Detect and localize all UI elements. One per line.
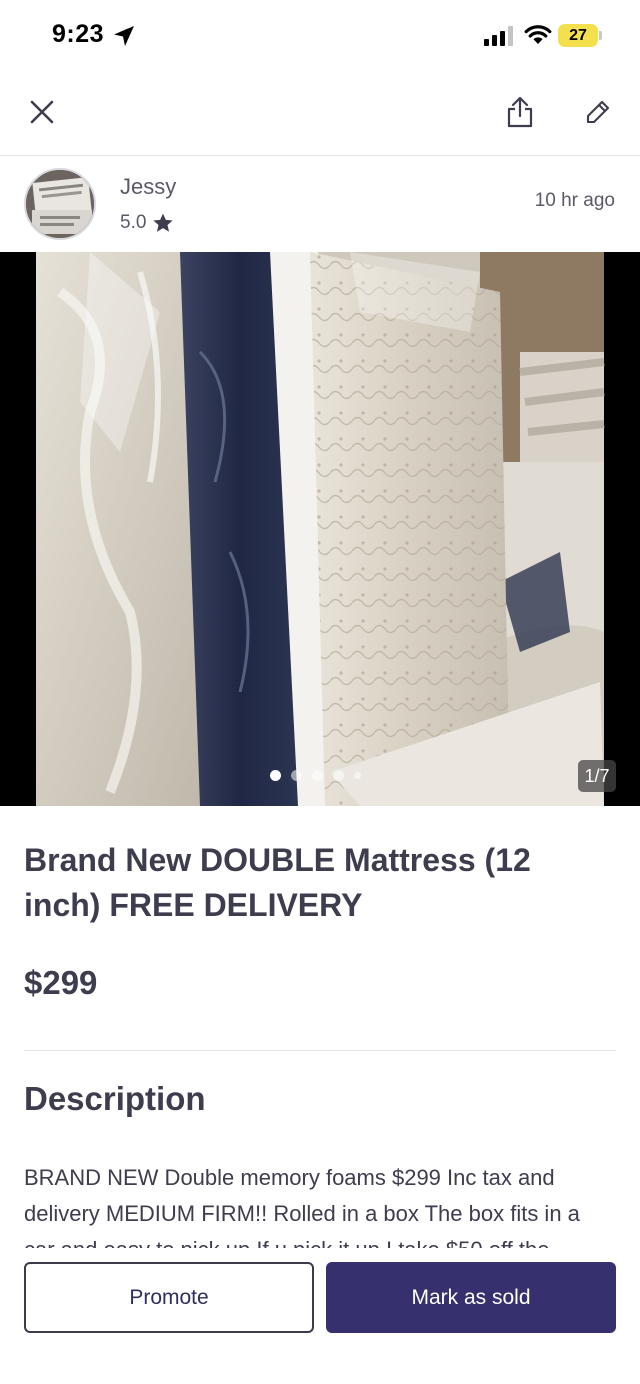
gallery-counter: 1/7 [578,760,616,792]
seller-row[interactable]: Jessy 5.0 10 hr ago [0,156,640,252]
posted-time: 10 hr ago [534,190,615,211]
star-icon [153,213,174,232]
avatar-image [26,170,94,238]
battery-level: 27 [569,26,587,44]
share-button[interactable] [498,90,542,134]
close-icon [30,100,54,124]
battery-nub [599,31,602,40]
listing-title: Brand New DOUBLE Mattress (12 inch) FREE… [24,842,531,923]
listing-photo[interactable]: 1/7 [0,252,640,806]
seller-rating-value: 5.0 [120,212,147,233]
battery-icon: 27 [558,24,598,47]
close-button[interactable] [20,90,64,134]
divider [24,1050,616,1051]
seller-avatar[interactable] [24,168,96,240]
status-time: 9:23 [52,20,105,48]
edit-pencil-icon [586,100,610,124]
gallery-dot[interactable] [312,770,323,781]
location-arrow-icon [114,26,134,46]
seller-rating: 5.0 [120,212,174,234]
seller-name[interactable]: Jessy [120,174,176,200]
gallery-dot[interactable] [270,770,281,781]
listing-price: $299 [24,964,98,1001]
description-heading: Description [24,1080,206,1117]
gallery-dot[interactable] [354,772,361,779]
description-text: BRAND NEW Double memory foams $299 Inc t… [24,1165,580,1250]
bottom-action-bar: Promote Mark as sold [0,1248,640,1384]
gallery-dot[interactable] [333,770,344,781]
wifi-icon [524,25,552,44]
signal-icon [484,26,513,46]
edit-button[interactable] [576,90,620,134]
promote-button[interactable]: Promote [24,1262,314,1333]
mattress-image [36,252,605,806]
gallery-dot[interactable] [291,770,302,781]
status-bar: 9:23 27 [0,0,640,72]
gallery-dots [270,770,361,781]
share-icon [507,96,533,128]
mark-as-sold-button[interactable]: Mark as sold [326,1262,616,1333]
top-nav [0,72,640,156]
